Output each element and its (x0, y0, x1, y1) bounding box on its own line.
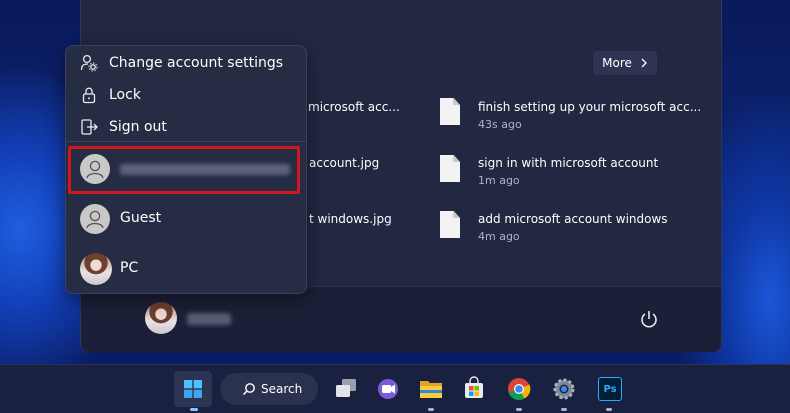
recommended-item-name: account.jpg (309, 156, 380, 170)
user-name-blurred (187, 313, 231, 325)
photoshop-button[interactable]: Ps (590, 371, 628, 407)
menu-item-label: Sign out (109, 119, 167, 135)
menu-divider (66, 141, 306, 142)
taskbar: Search Ps (0, 364, 790, 413)
power-icon[interactable] (639, 309, 659, 329)
user-avatar-button[interactable] (145, 302, 177, 334)
recommended-item-time: 1m ago (478, 174, 520, 187)
search-icon (242, 383, 255, 396)
document-file-icon (440, 155, 460, 182)
app-running-indicator (516, 408, 522, 411)
active-indicator (190, 408, 198, 411)
highlight-box (68, 146, 300, 194)
chevron-right-icon (641, 58, 647, 68)
recommended-item-name: t windows.jpg (309, 212, 392, 226)
recommended-item[interactable]: add microsoft account windows 4m ago (478, 212, 668, 243)
anime-avatar (80, 253, 112, 285)
task-view-icon[interactable] (326, 371, 364, 407)
teams-chat-icon[interactable] (369, 371, 407, 407)
account-name: PC (120, 260, 139, 276)
recommended-item-name: microsoft acc... (308, 100, 400, 114)
change-account-settings-item[interactable]: Change account settings (66, 48, 306, 78)
recommended-item-time: 4m ago (478, 230, 520, 243)
lock-item[interactable]: Lock (66, 80, 306, 110)
account-name: Guest (120, 210, 162, 226)
recommended-item[interactable]: microsoft acc... (308, 100, 400, 114)
document-file-icon (440, 211, 460, 238)
app-running-indicator (428, 408, 434, 411)
more-button[interactable]: More (593, 51, 657, 75)
recommended-item[interactable]: sign in with microsoft account 1m ago (478, 156, 658, 187)
app-running-indicator (561, 408, 567, 411)
recommended-item-name: sign in with microsoft account (478, 156, 659, 170)
chrome-icon[interactable] (500, 371, 538, 407)
menu-item-label: Change account settings (109, 55, 284, 71)
account-item-pc[interactable]: PC (66, 247, 306, 291)
more-button-label: More (602, 56, 632, 70)
taskbar-search[interactable]: Search (220, 373, 318, 405)
recommended-item[interactable]: finish setting up your microsoft acc... … (478, 100, 701, 131)
document-file-icon (440, 98, 460, 125)
file-explorer-icon[interactable] (412, 371, 450, 407)
microsoft-store-icon[interactable] (455, 371, 493, 407)
recommended-item[interactable]: t windows.jpg (309, 212, 392, 226)
app-running-indicator (606, 408, 612, 411)
generic-user-icon (80, 204, 110, 234)
account-item-guest[interactable]: Guest (66, 197, 306, 241)
settings-icon[interactable] (545, 371, 583, 407)
photoshop-icon: Ps (598, 377, 622, 401)
recommended-item[interactable]: account.jpg (309, 156, 379, 170)
sign-out-item[interactable]: Sign out (66, 112, 306, 142)
search-label: Search (261, 382, 303, 396)
start-icon (184, 380, 202, 398)
account-settings-icon (80, 54, 98, 72)
start-menu-footer (81, 286, 721, 352)
sign-out-icon (81, 119, 98, 135)
recommended-item-name: add microsoft account windows (478, 212, 668, 226)
lock-icon (82, 87, 96, 104)
photoshop-icon-text: Ps (603, 383, 617, 395)
recommended-item-name: finish setting up your microsoft acc... (478, 100, 702, 114)
recommended-item-time: 43s ago (478, 118, 522, 131)
start-button[interactable] (174, 371, 212, 407)
menu-item-label: Lock (109, 87, 141, 103)
